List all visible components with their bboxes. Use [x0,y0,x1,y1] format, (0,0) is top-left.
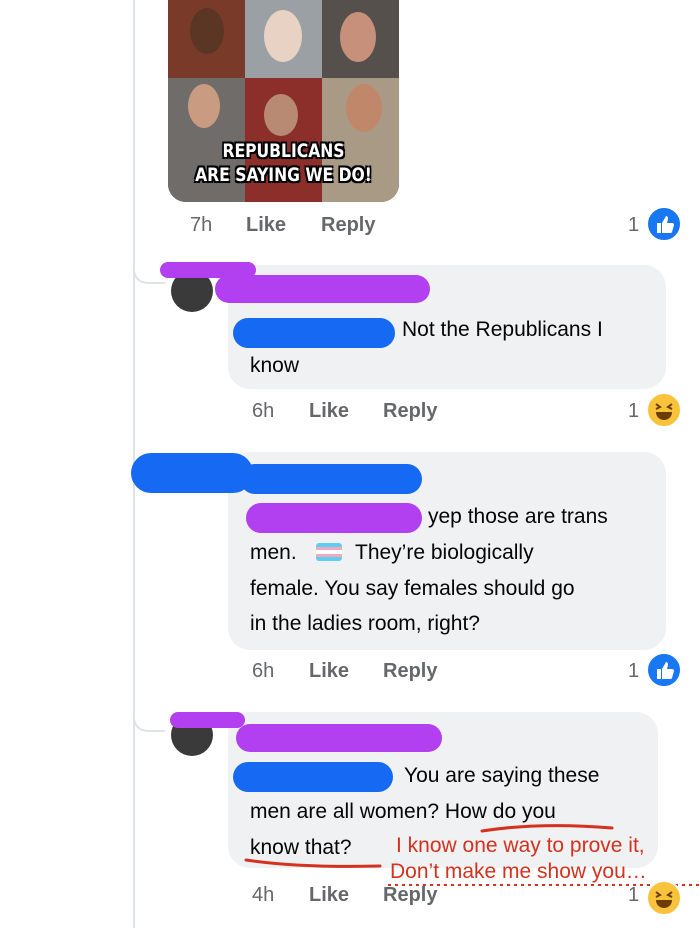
like-button[interactable]: Like [309,660,349,683]
redaction-scribble [215,275,430,303]
reply-button[interactable]: Reply [383,660,437,683]
like-icon[interactable] [646,206,682,242]
like-icon[interactable] [646,652,682,688]
meme-image[interactable]: REPUBLICANS ARE SAYING WE DO! [168,0,399,202]
meme-caption: ARE SAYING WE DO! [195,164,372,186]
handwritten-annotation: Don’t make me show you… [390,860,647,883]
haha-icon[interactable] [646,392,682,428]
reaction-count[interactable]: 1 [628,400,639,423]
comment-text: Not the Republicans I [402,318,603,341]
reply-button[interactable]: Reply [321,214,375,237]
handwritten-annotation: I know one way to prove it, [396,834,645,857]
redaction-scribble [240,464,422,494]
comment-meta: 6h Like Reply [252,660,472,686]
photo-person [264,94,298,136]
haha-icon[interactable] [646,880,682,916]
reaction-count[interactable]: 1 [628,660,639,683]
comment-text: They’re biologically [355,541,534,564]
thread-branch [133,240,165,284]
like-button[interactable]: Like [309,884,349,907]
comment-text: men. [250,541,297,564]
reaction-count[interactable]: 1 [628,214,639,237]
like-button[interactable]: Like [246,214,286,237]
meme-caption: REPUBLICANS [222,140,345,162]
photo-person [346,84,382,132]
comment-meta: 4h Like Reply [252,884,472,910]
comment-text: yep those are trans [428,505,608,528]
comment-text: in the ladies room, right? [250,612,480,635]
redaction-scribble [233,318,395,348]
comment-text: female. You say females should go [250,577,575,600]
comment-meta: 7h Like Reply [190,214,410,240]
redaction-scribble [170,712,245,728]
photo-person [340,12,376,62]
reply-button[interactable]: Reply [383,884,437,907]
reaction-count[interactable]: 1 [628,884,639,907]
photo-person [188,84,220,128]
comment-time[interactable]: 7h [190,214,212,237]
redaction-scribble [131,453,253,493]
comment-meta: 6h Like Reply [252,400,472,426]
reply-button[interactable]: Reply [383,400,437,423]
redaction-scribble [236,724,442,752]
comment-time[interactable]: 6h [252,660,274,683]
like-button[interactable]: Like [309,400,349,423]
comment-time[interactable]: 6h [252,400,274,423]
comment-text: know [250,354,300,377]
redaction-scribble [233,762,393,792]
photo-person [190,8,224,54]
redaction-scribble [246,503,422,533]
comment-text: You are saying these [404,764,600,787]
photo-person [264,10,302,62]
comment-time[interactable]: 4h [252,884,274,907]
transgender-flag-icon [316,543,342,561]
thread-branch [133,688,165,732]
